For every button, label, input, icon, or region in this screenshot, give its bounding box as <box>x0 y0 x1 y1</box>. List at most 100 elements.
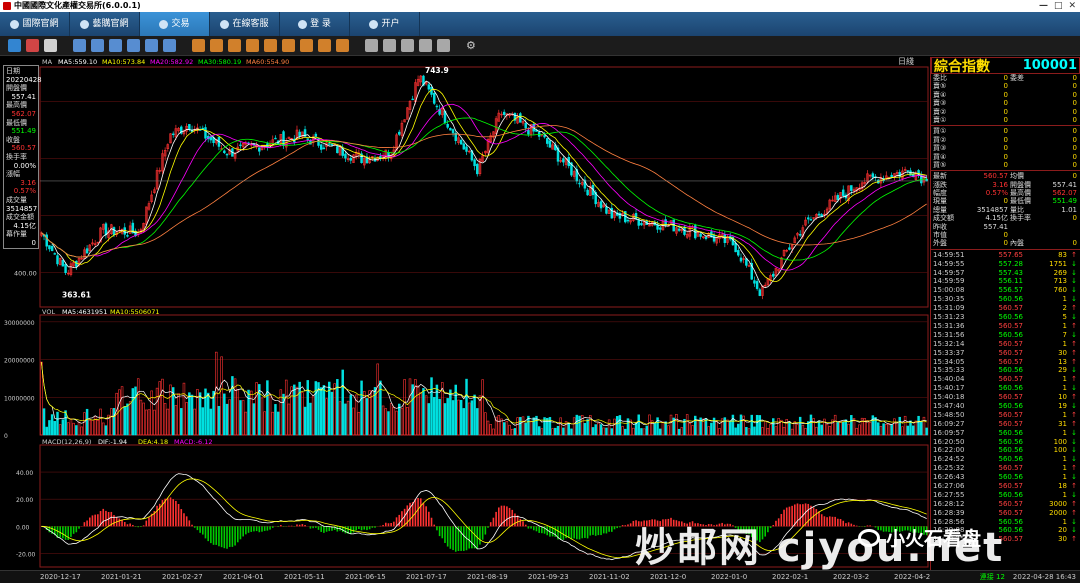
main-nav: 國際官網 藝購官網 交易 在線客服 登 录 开户 <box>0 12 1080 36</box>
tick-row[interactable]: 15:31:23 560.56 5 ↓ <box>931 313 1080 322</box>
toolbar-tool-icon[interactable] <box>109 39 122 52</box>
tick-row[interactable]: 15:32:14 560.57 1 ↑ <box>931 340 1080 349</box>
tick-row[interactable]: 14:59:57 557.43 269 ↓ <box>931 269 1080 278</box>
toolbar-tool-icon[interactable] <box>210 39 223 52</box>
candle-body <box>411 98 414 101</box>
quote-label: 漲跌 <box>933 180 947 189</box>
toolbar-tool-icon[interactable] <box>73 39 86 52</box>
nav-tab-4[interactable]: 登 录 <box>280 12 350 36</box>
quote-label <box>1008 91 1042 99</box>
tick-row[interactable]: 15:40:18 560.57 10 ↑ <box>931 393 1080 402</box>
toolbar-tool-icon[interactable] <box>145 39 158 52</box>
tick-direction: ↓ <box>1071 286 1077 295</box>
tick-row[interactable]: 16:28:12 560.57 3000 ↑ <box>931 500 1080 509</box>
tick-row[interactable]: 15:48:50 560.57 1 ↑ <box>931 411 1080 420</box>
tick-row[interactable]: 16:27:06 560.57 18 ↑ <box>931 482 1080 491</box>
toolbar-tool-icon[interactable] <box>8 39 21 52</box>
tick-row[interactable]: 16:09:27 560.57 31 ↑ <box>931 420 1080 429</box>
kline-chart-svg[interactable]: 日綫 MA MA5:559.10 MA10:573.84 MA20:582.92 MA30… <box>0 57 930 570</box>
tick-time: 15:31:09 <box>933 304 965 313</box>
toolbar-tool-icon[interactable] <box>419 39 432 52</box>
quote-label <box>1008 82 1042 90</box>
macd-axis-label: 20.00 <box>16 497 33 504</box>
tick-row[interactable]: 16:24:52 560.56 1 ↓ <box>931 455 1080 464</box>
tick-list[interactable]: 14:59:51 557.65 83 ↑ 14:59:55 557.28 1751 ↓ 14:5… <box>931 251 1080 544</box>
quote-row: 賣① 0 0 <box>931 116 1080 124</box>
tick-row[interactable]: 15:35:33 560.56 29 ↓ <box>931 366 1080 375</box>
toolbar-tool-icon[interactable] <box>365 39 378 52</box>
tick-row[interactable]: 15:31:56 560.56 7 ↓ <box>931 331 1080 340</box>
tick-row[interactable]: 14:59:55 557.28 1751 ↓ <box>931 260 1080 269</box>
candle-body <box>432 93 436 104</box>
wechat-badge: 小火石看盘 <box>858 524 981 551</box>
volume-bar <box>134 386 137 436</box>
toolbar-tool-icon[interactable] <box>228 39 241 52</box>
tick-volume: 83 <box>1058 250 1067 259</box>
toolbar-tool-icon[interactable] <box>192 39 205 52</box>
toolbar-tool-icon[interactable] <box>264 39 277 52</box>
volume-bar <box>255 382 258 436</box>
kline-chart-area[interactable]: 日綫 MA MA5:559.10 MA10:573.84 MA20:582.92 MA30… <box>0 57 930 570</box>
toolbar-tool-icon[interactable] <box>336 39 349 52</box>
toolbar-tool-icon[interactable] <box>127 39 140 52</box>
volume-bar <box>804 428 807 436</box>
tick-row[interactable]: 14:59:51 557.65 83 ↑ <box>931 251 1080 260</box>
volume-bar <box>467 402 471 436</box>
tick-row[interactable]: 15:34:05 560.57 13 ↑ <box>931 358 1080 367</box>
volume-bar <box>45 426 48 436</box>
tick-row[interactable]: 14:59:59 556.11 713 ↓ <box>931 277 1080 286</box>
tick-row[interactable]: 15:40:17 560.56 1 ↓ <box>931 384 1080 393</box>
toolbar-tool-icon[interactable] <box>300 39 313 52</box>
tick-row[interactable]: 15:33:37 560.57 30 ↑ <box>931 349 1080 358</box>
tick-row[interactable]: 16:20:50 560.56 100 ↓ <box>931 438 1080 447</box>
candle-body <box>171 133 175 136</box>
volume-bar <box>301 392 304 436</box>
candle-body <box>306 138 309 140</box>
info-value: 3514857 <box>6 204 38 213</box>
window-title: 中國國際文化產權交易所(6.0.0.1) <box>14 1 141 10</box>
tick-time: 15:40:04 <box>933 375 965 384</box>
nav-tab-1[interactable]: 藝購官網 <box>70 12 140 36</box>
tick-row[interactable]: 16:09:57 560.56 1 ↓ <box>931 429 1080 438</box>
volume-bar <box>634 422 638 436</box>
tick-row[interactable]: 15:31:36 560.57 1 ↑ <box>931 322 1080 331</box>
nav-tab-3[interactable]: 在線客服 <box>210 12 280 36</box>
candle-body <box>427 84 431 90</box>
tick-row[interactable]: 15:31:09 560.57 2 ↑ <box>931 304 1080 313</box>
tick-price: 560.57 <box>998 321 1024 330</box>
maximize-icon[interactable]: □ <box>1054 0 1063 12</box>
toolbar-tool-icon[interactable] <box>91 39 104 52</box>
close-icon[interactable]: ✕ <box>1068 0 1076 12</box>
volume-bar <box>263 411 266 436</box>
tick-row[interactable]: 15:47:40 560.56 19 ↓ <box>931 402 1080 411</box>
tick-row[interactable]: 16:26:43 560.56 1 ↓ <box>931 473 1080 482</box>
toolbar-tool-icon[interactable] <box>401 39 414 52</box>
toolbar-tool-icon[interactable] <box>383 39 396 52</box>
candle-body <box>772 273 775 277</box>
volume-bar <box>866 420 869 436</box>
tick-row[interactable]: 16:27:55 560.56 1 ↓ <box>931 491 1080 500</box>
settings-gear-icon[interactable]: ⚙ <box>466 39 476 52</box>
nav-tab-0[interactable]: 國際官網 <box>0 12 70 36</box>
toolbar-tool-icon[interactable] <box>437 39 450 52</box>
tick-row[interactable]: 16:25:32 560.57 1 ↑ <box>931 464 1080 473</box>
tick-time: 16:27:55 <box>933 490 965 499</box>
candle-body <box>451 129 455 134</box>
toolbar-tool-icon[interactable] <box>26 39 39 52</box>
toolbar-tool-icon[interactable] <box>318 39 331 52</box>
candle-body <box>502 111 506 115</box>
toolbar-tool-icon[interactable] <box>163 39 176 52</box>
quote-row: 買③ 0 0 <box>931 144 1080 152</box>
tick-row[interactable]: 15:00:08 556.57 760 ↓ <box>931 286 1080 295</box>
tick-row[interactable]: 15:30:35 560.56 1 ↓ <box>931 295 1080 304</box>
toolbar-tool-icon[interactable] <box>246 39 259 52</box>
nav-tab-5[interactable]: 开户 <box>350 12 420 36</box>
volume-bar <box>478 395 482 436</box>
tick-row[interactable]: 16:22:00 560.56 100 ↓ <box>931 446 1080 455</box>
toolbar-tool-icon[interactable] <box>282 39 295 52</box>
toolbar-tool-icon[interactable] <box>44 39 57 52</box>
quote-row: 買① 0 0 <box>931 127 1080 135</box>
minimize-icon[interactable]: — <box>1039 0 1048 12</box>
tick-row[interactable]: 15:40:04 560.57 1 ↑ <box>931 375 1080 384</box>
nav-tab-2[interactable]: 交易 <box>140 12 210 36</box>
